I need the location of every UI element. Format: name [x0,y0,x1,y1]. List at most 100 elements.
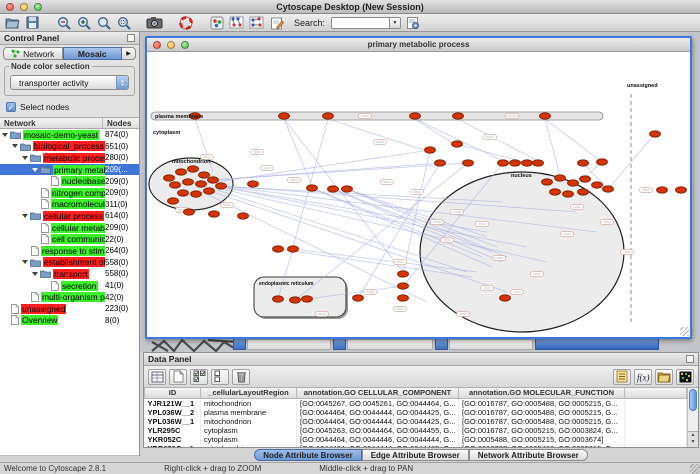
zoom-selected-icon[interactable] [115,15,132,31]
table-cell[interactable]: [GO:0045263, GO:0044464, GO:0044455, G..… [297,426,459,435]
table-header-0[interactable]: ID [145,388,201,398]
table-row[interactable]: YPL036W__1mitochondrion[GO:0044464, GO:0… [145,417,687,426]
table-cell[interactable] [625,444,687,448]
table-cell[interactable]: [GO:0045267, GO:0045261, GO:0044464, G..… [297,398,459,408]
expand-arrow-icon[interactable] [32,272,38,276]
table-cell[interactable]: [GO:0016787, GO:0005488, GO:0005215, G..… [459,417,625,426]
table-cell[interactable] [625,408,687,417]
table-cell[interactable]: [GO:0044464, GO:0044444, GO:0044425, G..… [297,444,459,448]
tree-item-mosaic-demo-yeast[interactable]: mosaic-demo-yeast874(0) [0,129,139,141]
delete-attribute-icon[interactable] [232,369,250,385]
expand-arrow-icon[interactable] [32,168,38,172]
table-cell[interactable]: [GO:0016787, GO:0005488, GO:0005215, G..… [459,398,625,408]
background-window-4-titlebar[interactable] [535,338,659,350]
table-cell[interactable] [625,426,687,435]
search-options-icon[interactable] [404,15,421,31]
table-cell[interactable]: cytoplasm [201,426,297,435]
layout-horizontal-icon[interactable] [228,15,245,31]
table-cell[interactable]: [GO:0016787, GO:0005215, GO:0003824, G..… [459,426,625,435]
tree-item-cell-communicat[interactable]: cell communicat22(0) [0,233,139,245]
table-cell[interactable] [625,398,687,408]
table-header-1[interactable]: _cellularLayoutRegion [201,388,297,398]
tree-item-secretion[interactable]: secretion41(0) [0,280,139,292]
tree-item-metabolic-process[interactable]: metabolic process280(0) [0,152,139,164]
expand-arrow-icon[interactable] [22,156,28,160]
tree-item-cellular-metabo[interactable]: cellular metabo209(0) [0,222,139,234]
tree-col-nodes[interactable]: Nodes [103,118,139,128]
table-row[interactable]: YDR039C__1mitochondrion[GO:0044464, GO:0… [145,444,687,448]
tree-item-response-to-stimulu[interactable]: response to stimulu264(0) [0,245,139,257]
vizmapper-icon[interactable] [208,15,225,31]
table-header-3[interactable]: annotation.GO MOLECULAR_FUNCTION [459,388,625,398]
table-cell[interactable]: [GO:0016787, GO:0005488, GO:0005215, G..… [459,444,625,448]
tab-node-attribute-browser[interactable]: Node Attribute Browser [254,449,362,461]
table-cell[interactable]: YPL036W__1 [145,417,201,426]
annotation-icon[interactable] [268,15,285,31]
table-cell[interactable]: YPL036W__2 [145,408,201,417]
float-panel-icon[interactable] [127,34,135,42]
select-all-attributes-icon[interactable] [190,369,208,385]
table-cell[interactable]: cytoplasm [201,435,297,444]
network-canvas[interactable]: plasma membranecytoplasmmitochondrionnuc… [147,52,690,337]
table-cell[interactable]: mitochondrion [201,444,297,448]
unselect-all-attributes-icon[interactable] [211,369,229,385]
table-cell[interactable]: mitochondrion [201,417,297,426]
background-window-1[interactable] [233,338,246,350]
scrollbar-arrows[interactable]: ▲▼ [688,431,698,447]
table-row[interactable]: YLR295Ccytoplasm[GO:0045263, GO:0044464,… [145,426,687,435]
tab-edge-attribute-browser[interactable]: Edge Attribute Browser [362,449,469,461]
tree-item-nitrogen-compo[interactable]: nitrogen compo209(0) [0,187,139,199]
open-icon[interactable] [4,15,21,31]
table-cell[interactable]: plasma membrane [201,408,297,417]
new-attribute-icon[interactable] [169,369,187,385]
tree-item-biological-process[interactable]: biological_process651(0) [0,141,139,153]
tab-network[interactable]: Network [3,47,63,60]
tree-item-unassigned[interactable]: unassigned223(0) [0,303,139,315]
table-cell[interactable]: YJR121W__1 [145,398,201,408]
tree-item-primary-metabo[interactable]: primary metabo209(... [0,164,139,176]
save-icon[interactable] [24,15,41,31]
table-row[interactable]: YKR052Ccytoplasm[GO:0044464, GO:0044446,… [145,435,687,444]
table-row[interactable]: YJR121W__1mitochondrion[GO:0045267, GO:0… [145,398,687,408]
table-cell[interactable]: [GO:0044464, GO:0044444, GO:0044425, G..… [297,408,459,417]
function-builder-icon[interactable]: f(x) [634,369,652,385]
table-cell[interactable]: mitochondrion [201,398,297,408]
attribute-list-icon[interactable] [613,369,631,385]
import-attributes-icon[interactable] [655,369,673,385]
expand-arrow-icon[interactable] [12,144,18,148]
app-resize-grip[interactable] [690,464,700,474]
table-cell[interactable]: [GO:0044464, GO:0044444, GO:0044425, G..… [297,417,459,426]
expand-arrow-icon[interactable] [2,133,8,137]
matrix-icon[interactable] [676,369,694,385]
zoom-in-icon[interactable] [75,15,92,31]
table-cell[interactable] [625,435,687,444]
expand-arrow-icon[interactable] [22,260,28,264]
table-cell[interactable]: [GO:0016787, GO:0005488, GO:0005215, G..… [459,408,625,417]
background-window-3[interactable] [435,338,448,350]
help-icon[interactable] [177,15,194,31]
tree-item-transport[interactable]: transport558(0) [0,268,139,280]
tree-item-establishment-of-lo[interactable]: establishment of lo558(0) [0,257,139,269]
tree-item-nucleobase-[interactable]: nucleobase-209(0) [0,175,139,187]
node-color-dropdown[interactable]: transporter activity ▲▼ [10,75,129,90]
window-resize-grip[interactable] [680,327,689,336]
search-input[interactable] [331,17,389,29]
layout-vertical-icon[interactable] [248,15,265,31]
node-attribute-table[interactable]: ID_cellularLayoutRegionannotation.GO CEL… [144,388,687,447]
network-window-titlebar[interactable]: primary metabolic process [147,38,690,52]
search-dropdown-arrow[interactable]: ▼ [389,17,401,29]
float-data-panel-icon[interactable] [686,355,694,363]
tree-item-macromolecule[interactable]: macromolecule311(0) [0,199,139,211]
scrollbar-thumb[interactable] [689,389,697,411]
tree-col-network[interactable]: Network [0,118,103,128]
table-cell[interactable]: [GO:0005488, GO:0005215, GO:0003674] [459,435,625,444]
snapshot-icon[interactable] [146,15,163,31]
tree-item-multi-organism-pro[interactable]: multi-organism pro42(0) [0,291,139,303]
table-header-2[interactable]: annotation.GO CELLULAR_COMPONENT [297,388,459,398]
tree-item-overview[interactable]: Overview8(0) [0,315,139,327]
table-row[interactable]: YPL036W__2plasma membrane[GO:0044464, GO… [145,408,687,417]
tab-network-attribute-browser[interactable]: Network Attribute Browser [469,449,588,461]
table-cell[interactable]: YLR295C [145,426,201,435]
table-cell[interactable]: YKR052C [145,435,201,444]
tab-mosaic[interactable]: Mosaic [63,47,123,60]
